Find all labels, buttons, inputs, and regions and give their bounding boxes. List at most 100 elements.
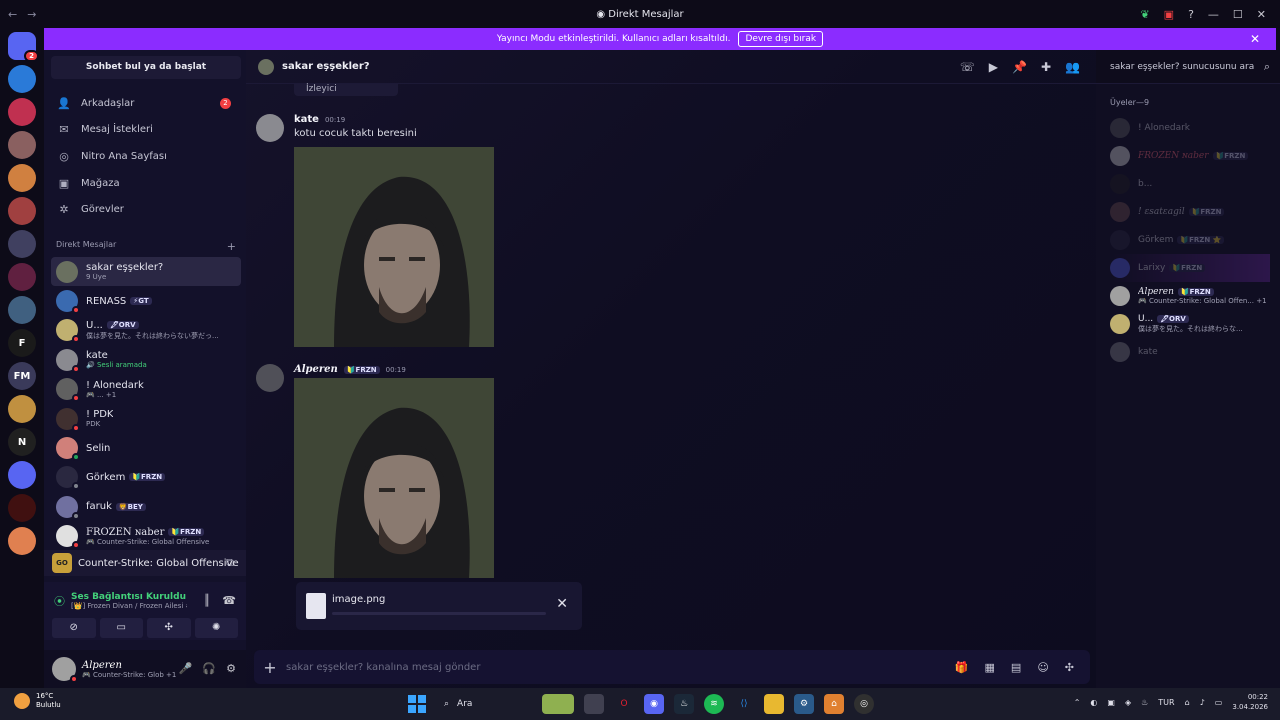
windows-start-icon[interactable] <box>408 695 426 713</box>
author-avatar[interactable] <box>256 364 284 392</box>
server-icon[interactable]: N <box>8 428 36 456</box>
video-icon[interactable]: ▶ <box>989 60 998 74</box>
activities-button[interactable]: ✣ <box>147 618 191 638</box>
dm-item[interactable]: faruk 🦁BEY <box>51 492 241 521</box>
clock[interactable]: 00:22 3.04.2026 <box>1232 692 1268 712</box>
github-icon[interactable]: ◎ <box>854 694 874 714</box>
nav-item-friends[interactable]: 👤 Arkadaşlar 2 <box>51 90 241 117</box>
member-item[interactable]: U... 🖋ORV 僕は夢を見た。それは終わらな... <box>1110 310 1270 338</box>
server-icon[interactable] <box>8 230 36 258</box>
overlay-icon[interactable]: ⧉ <box>226 556 234 570</box>
author-name[interactable]: Alperen <box>294 364 338 375</box>
server-icon[interactable] <box>8 98 36 126</box>
dm-item[interactable]: FROZEN ɴaber 🔰FRZN 🎮 Counter-Strike: Globa… <box>51 522 241 551</box>
server-icon[interactable]: F <box>8 329 36 357</box>
member-item[interactable]: Larixy 🔰FRZN <box>1110 254 1270 282</box>
steam-icon[interactable]: ♨ <box>674 694 694 714</box>
member-item[interactable]: kate <box>1110 338 1270 366</box>
find-conversation-button[interactable]: Sohbet bul ya da başlat <box>51 56 241 79</box>
nitro-leaf-icon[interactable]: ❦ <box>1140 8 1149 21</box>
dm-item[interactable]: U... 🖋ORV 僕は夢を見た。それは終わらない夢だっ... <box>51 316 241 345</box>
apps-icon[interactable]: ✣ <box>1065 661 1074 674</box>
member-item[interactable]: b... <box>1110 170 1270 198</box>
dm-item[interactable]: kate 🔊 Sesli aramada <box>51 345 241 374</box>
close-banner-icon[interactable]: ✕ <box>1250 32 1260 46</box>
message-input[interactable] <box>286 661 955 673</box>
gif-icon[interactable]: ▦ <box>985 661 995 674</box>
call-icon[interactable]: ☏ <box>960 60 975 74</box>
weather-widget[interactable]: 16°C Bulutlu <box>14 692 61 710</box>
server-icon[interactable] <box>8 527 36 555</box>
server-icon[interactable] <box>8 65 36 93</box>
pin-icon[interactable]: 📌 <box>1012 60 1027 74</box>
dm-item[interactable]: ! PDK PDK <box>51 404 241 433</box>
maximize-button[interactable]: ☐ <box>1233 8 1243 21</box>
server-icon[interactable] <box>8 494 36 522</box>
inbox-icon[interactable]: ▣ <box>1164 8 1174 21</box>
language-indicator[interactable]: TUR <box>1158 698 1174 707</box>
network-icon[interactable]: ⌂ <box>1185 698 1190 707</box>
cancel-upload-icon[interactable]: ✕ <box>556 596 568 612</box>
chevron-up-icon[interactable]: ⌃ <box>1074 698 1081 707</box>
sticker-icon[interactable]: ▤ <box>1011 661 1021 674</box>
settings-app-icon[interactable]: ⚙ <box>794 694 814 714</box>
member-item[interactable]: Görkem 🔰FRZN ⭐ <box>1110 226 1270 254</box>
tray-app-icon[interactable]: ▣ <box>1107 698 1115 707</box>
image-attachment[interactable] <box>294 378 494 578</box>
add-attachment-icon[interactable]: + <box>254 658 286 677</box>
nav-item-nitro[interactable]: ◎ Nitro Ana Sayfası <box>51 143 241 170</box>
server-icon[interactable] <box>8 197 36 225</box>
dm-item[interactable]: ! Alonedark 🎮 ... +1 <box>51 375 241 404</box>
soundboard-button[interactable]: ✺ <box>194 618 238 638</box>
tray-app-icon[interactable]: ◈ <box>1125 698 1131 707</box>
emoji-icon[interactable]: ☺ <box>1037 661 1048 674</box>
taskbar-search[interactable]: ⌕ Ara <box>436 693 532 715</box>
nav-item-quests[interactable]: ✲ Görevler <box>51 196 241 223</box>
vscode-icon[interactable]: ⟨⟩ <box>734 694 754 714</box>
settings-gear-icon[interactable]: ⚙ <box>226 662 236 675</box>
minimize-button[interactable]: — <box>1208 8 1219 21</box>
dm-item[interactable]: Görkem 🔰FRZN <box>51 463 241 492</box>
dm-item[interactable]: Selin <box>51 433 241 462</box>
screen-share-button[interactable]: ▭ <box>99 618 143 638</box>
image-attachment[interactable] <box>294 147 494 347</box>
file-explorer-icon[interactable] <box>764 694 784 714</box>
nav-item-shop[interactable]: ▣ Mağaza <box>51 170 241 197</box>
dm-item[interactable]: RENASS ⚡GT <box>51 286 241 315</box>
discord-home-icon[interactable]: 2 <box>8 32 39 62</box>
voice-status[interactable]: Ses Bağlantısı Kuruldu <box>71 592 187 602</box>
member-item[interactable]: Alperen 🔰FRZN 🎮 Counter-Strike: Global Off… <box>1110 282 1270 310</box>
task-view-icon[interactable] <box>584 694 604 714</box>
nav-item-mail[interactable]: ✉ Mesaj İstekleri <box>51 117 241 144</box>
headphones-icon[interactable]: 🎧 <box>202 662 216 675</box>
discord-taskbar-icon[interactable]: ◉ <box>644 694 664 714</box>
server-icon[interactable] <box>8 395 36 423</box>
disconnect-icon[interactable]: ☎ <box>222 594 236 607</box>
noise-suppression-icon[interactable]: ║ <box>204 594 211 607</box>
forward-arrow-icon[interactable]: → <box>27 8 36 21</box>
server-icon[interactable] <box>8 131 36 159</box>
opera-icon[interactable]: O <box>614 694 634 714</box>
member-item[interactable]: ! ɛsatɛagil 🔰FRZN <box>1110 198 1270 226</box>
members-icon[interactable]: 👥 <box>1065 60 1080 74</box>
disable-streamer-mode-button[interactable]: Devre dışı bırak <box>738 31 824 47</box>
member-item[interactable]: ! Alonedark <box>1110 114 1270 142</box>
member-item[interactable]: FROZEN ɴaber 🔰FRZN <box>1110 142 1270 170</box>
voice-channel[interactable]: [👑] Frozen Divan / Frozen Ailesi #Y... <box>71 602 187 610</box>
microphone-icon[interactable]: 🎤 <box>179 662 193 675</box>
server-icon[interactable] <box>8 263 36 291</box>
server-icon[interactable] <box>8 461 36 489</box>
app-icon[interactable] <box>542 694 574 714</box>
gift-icon[interactable]: 🎁 <box>955 661 969 674</box>
author-name[interactable]: kate <box>294 114 319 125</box>
close-window-button[interactable]: ✕ <box>1257 8 1266 21</box>
author-avatar[interactable] <box>256 114 284 142</box>
tray-app-icon[interactable]: ◐ <box>1090 698 1097 707</box>
add-member-icon[interactable]: ✚ <box>1041 60 1051 74</box>
battery-icon[interactable]: ▭ <box>1215 698 1223 707</box>
camera-off-button[interactable]: ⊘ <box>52 618 96 638</box>
username[interactable]: Alperen <box>82 660 176 671</box>
app-icon[interactable]: ⌂ <box>824 694 844 714</box>
server-icon[interactable]: FM <box>8 362 36 390</box>
spotify-icon[interactable]: ≋ <box>704 694 724 714</box>
